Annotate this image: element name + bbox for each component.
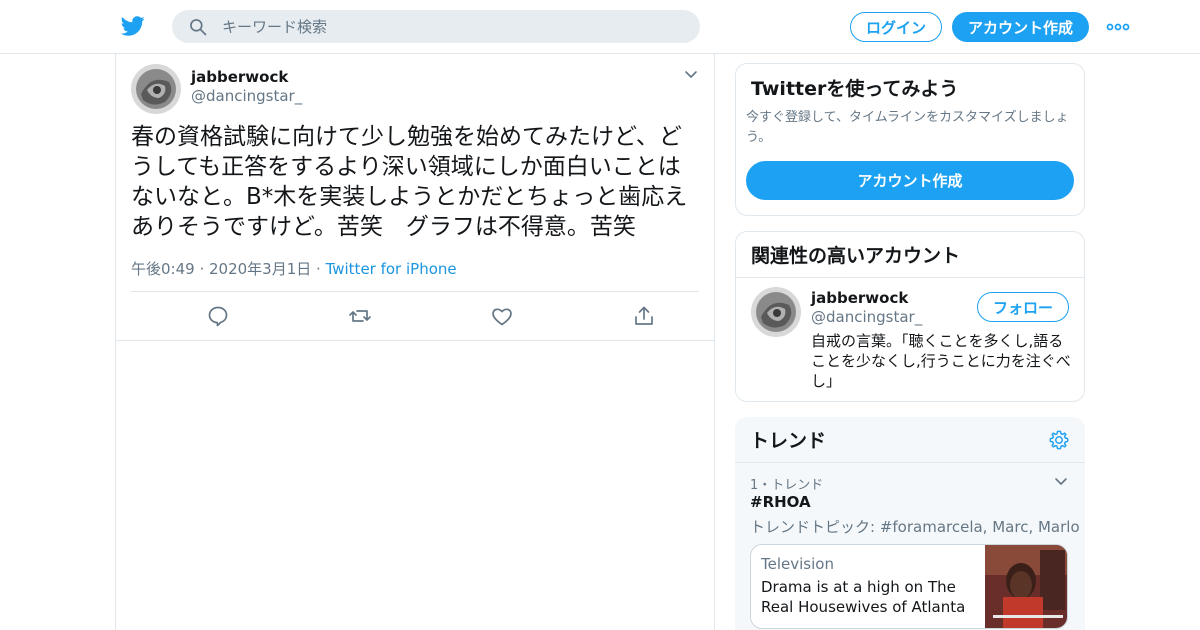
avatar[interactable] [131, 64, 181, 114]
tweet-metadata: 午後0:49 · 2020年3月1日 · Twitter for iPhone [131, 258, 457, 279]
top-navigation-bar: ログイン アカウント作成 [0, 0, 1200, 54]
join-card-description: 今すぐ登録して、タイムラインをカスタマイズしましょう。 [746, 110, 1069, 145]
login-button[interactable]: ログイン [850, 12, 942, 42]
join-card-title: Twitterを使ってみよう [751, 78, 959, 100]
tweet-author-name[interactable]: jabberwock [191, 68, 288, 86]
more-dots-icon[interactable] [1106, 18, 1130, 36]
tweet-text: 春の資格試験に向けて少し勉強を始めてみたけど、どうしても正答をするより深い領域に… [131, 124, 688, 240]
search-input[interactable] [222, 10, 682, 43]
chevron-down-icon[interactable] [1053, 474, 1069, 490]
signup-button-large[interactable]: アカウント作成 [746, 161, 1074, 200]
divider [735, 462, 1085, 463]
related-card-title: 関連性の高いアカウント [751, 245, 961, 267]
share-icon[interactable] [632, 304, 656, 328]
trends-card: トレンド 1・トレンド #RHOA トレンドトピック: #foramarcela… [735, 417, 1085, 630]
trend-hashtag[interactable]: #RHOA [750, 493, 811, 511]
avatar[interactable] [751, 287, 801, 337]
tweet-author-handle[interactable]: @dancingstar_ [191, 87, 302, 105]
reply-icon[interactable] [206, 304, 230, 328]
trends-title: トレンド [750, 430, 827, 452]
twitter-bird-icon[interactable] [120, 14, 146, 38]
related-account-bio: 自戒の言葉。「聴くことを多くし,語ることを少なくし,行うことに力を注ぐべし」 [811, 332, 1071, 390]
tweet-actions [131, 292, 699, 340]
retweet-icon[interactable] [348, 304, 372, 328]
story-category: Television [761, 555, 834, 573]
trend-rank: 1・トレンド [750, 478, 824, 493]
meta-separator: · [311, 260, 326, 278]
trend-topics: トレンドトピック: #foramarcela, Marc, Marlo [750, 518, 1080, 536]
like-icon[interactable] [490, 304, 514, 328]
gear-icon[interactable] [1048, 429, 1070, 451]
related-accounts-card: 関連性の高いアカウント jabberwock @dancingstar_ フォロ… [735, 231, 1085, 402]
main-timeline-column: jabberwock @dancingstar_ 春の資格試験に向けて少し勉強を… [115, 54, 715, 630]
join-twitter-card: Twitterを使ってみよう 今すぐ登録して、タイムラインをカスタマイズしましょ… [735, 63, 1085, 216]
chevron-down-icon[interactable] [683, 67, 699, 83]
divider [736, 277, 1084, 278]
tweet-source-link[interactable]: Twitter for iPhone [326, 260, 457, 278]
trend-story-card[interactable]: Television Drama is at a high on The Rea… [750, 544, 1068, 629]
tweet: jabberwock @dancingstar_ 春の資格試験に向けて少し勉強を… [116, 54, 714, 341]
related-account-name[interactable]: jabberwock [811, 289, 908, 307]
search-box [172, 10, 700, 43]
tweet-timestamp[interactable]: 午後0:49 · 2020年3月1日 [131, 260, 311, 278]
signup-button[interactable]: アカウント作成 [952, 12, 1089, 42]
related-account-handle[interactable]: @dancingstar_ [811, 308, 922, 326]
story-thumbnail-image [985, 545, 1067, 628]
search-icon [190, 19, 207, 36]
story-headline: Drama is at a high on The Real Housewive… [761, 578, 966, 616]
follow-button[interactable]: フォロー [977, 292, 1069, 322]
trends-header: トレンド [735, 417, 1085, 462]
